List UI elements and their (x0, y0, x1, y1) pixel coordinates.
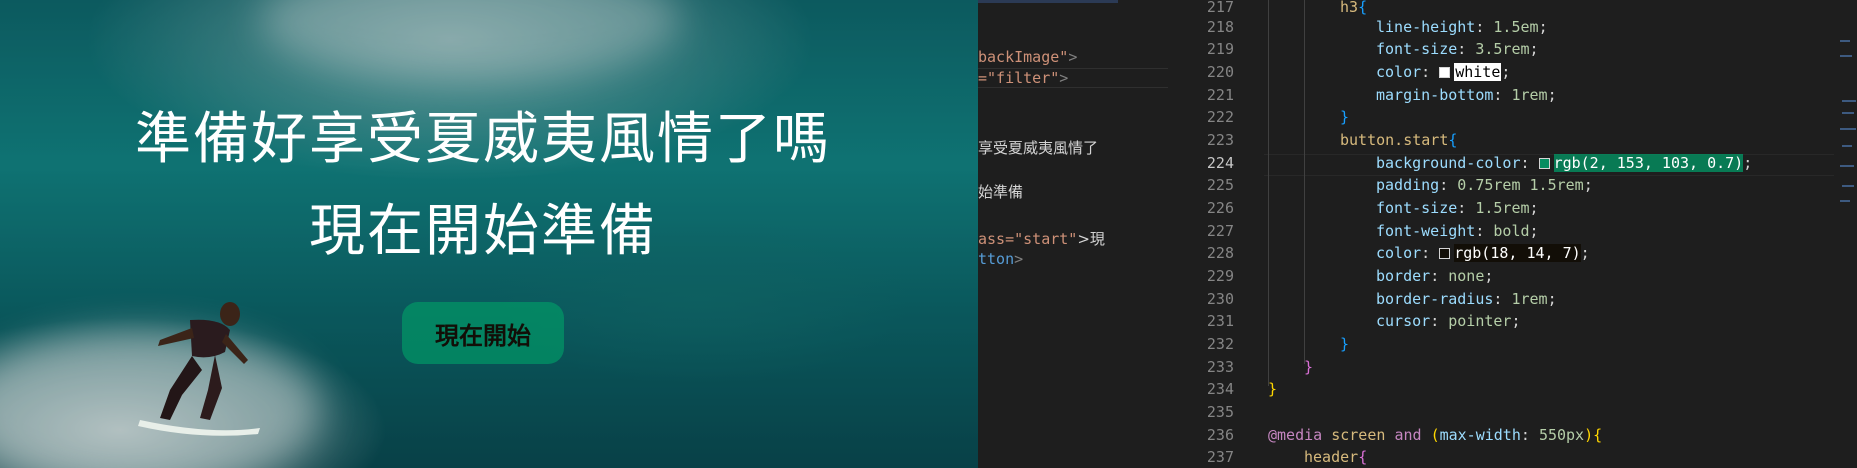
line-number: 237 (1206, 448, 1234, 466)
code-line-225: padding: 0.75rem 1.5rem; (1376, 176, 1593, 194)
code-line-237: header{ (1304, 448, 1368, 466)
code-line-221: margin-bottom: 1rem; (1376, 86, 1557, 104)
html-text-line: 始準備 (978, 183, 1024, 201)
indent-guide (1304, 0, 1305, 364)
line-number: 223 (1206, 131, 1234, 149)
code-line-219: font-size: 3.5rem; (1376, 40, 1539, 58)
code-line-236: @media screen and (max-width: 550px){ (1268, 426, 1603, 444)
line-number: 225 (1206, 176, 1234, 194)
line-number: 222 (1206, 108, 1234, 126)
hero-heading-line-1: 準備好享受夏威夷風情了嗎 (135, 107, 831, 172)
line-number: 236 (1206, 426, 1234, 444)
html-code-line: tton> (978, 250, 1024, 268)
code-line-223: button.start{ (1340, 131, 1458, 149)
css-editor-pane[interactable]: 217 218 219 220 221 222 223 224 225 226 … (1168, 0, 1857, 468)
hero-heading-line-2: 現在開始準備 (309, 199, 657, 264)
code-line-227: font-weight: bold; (1376, 222, 1539, 240)
html-code-line: ass="start">現 (978, 230, 1105, 248)
code-line-230: border-radius: 1rem; (1376, 290, 1557, 308)
line-number: 226 (1206, 199, 1234, 217)
code-line-217: h3{ (1340, 0, 1368, 16)
line-number: 227 (1206, 222, 1234, 240)
code-line-228: color: rgb(18, 14, 7); (1376, 244, 1590, 262)
line-number: 233 (1206, 358, 1234, 376)
line-number: 218 (1206, 18, 1234, 36)
line-number-active: 224 (1206, 154, 1234, 172)
code-line-224: background-color: rgb(2, 153, 103, 0.7); (1376, 154, 1753, 172)
line-number: 234 (1206, 380, 1234, 398)
line-number: 232 (1206, 335, 1234, 353)
line-number: 229 (1206, 267, 1234, 285)
code-line-222: } (1340, 108, 1350, 126)
code-line-220: color: white; (1376, 63, 1511, 81)
color-swatch-green[interactable] (1538, 158, 1550, 169)
html-editor-pane[interactable]: backImage"> ="filter"> 享受夏威夷風情了 始準備 ass=… (978, 0, 1168, 468)
surfer-image (138, 302, 260, 436)
html-code-line: backImage"> (978, 48, 1078, 66)
html-text-line: 享受夏威夷風情了 (978, 139, 1099, 157)
code-line-226: font-size: 1.5rem; (1376, 199, 1539, 217)
editor-top-border (978, 0, 1118, 3)
line-number: 235 (1206, 403, 1234, 421)
start-button[interactable]: 現在開始 (402, 302, 564, 364)
code-line-218: line-height: 1.5em; (1376, 18, 1548, 36)
code-line-232: } (1340, 335, 1350, 353)
minimap[interactable] (1838, 0, 1857, 468)
code-line-234: } (1268, 380, 1278, 398)
line-number: 220 (1206, 63, 1234, 81)
html-code-line: ="filter"> (978, 69, 1069, 87)
line-number: 231 (1206, 312, 1234, 330)
line-number: 230 (1206, 290, 1234, 308)
line-number: 221 (1206, 86, 1234, 104)
page-preview: 準備好享受夏威夷風情了嗎 現在開始準備 現在開始 (0, 0, 978, 468)
color-swatch-white[interactable] (1439, 67, 1451, 78)
line-number: 228 (1206, 244, 1234, 262)
line-number: 217 (1206, 0, 1234, 16)
color-swatch-dark[interactable] (1439, 248, 1451, 259)
indent-guide (1268, 0, 1269, 386)
line-number: 219 (1206, 40, 1234, 58)
code-line-229: border: none; (1376, 267, 1494, 285)
code-line-233: } (1304, 358, 1314, 376)
code-line-231: cursor: pointer; (1376, 312, 1521, 330)
